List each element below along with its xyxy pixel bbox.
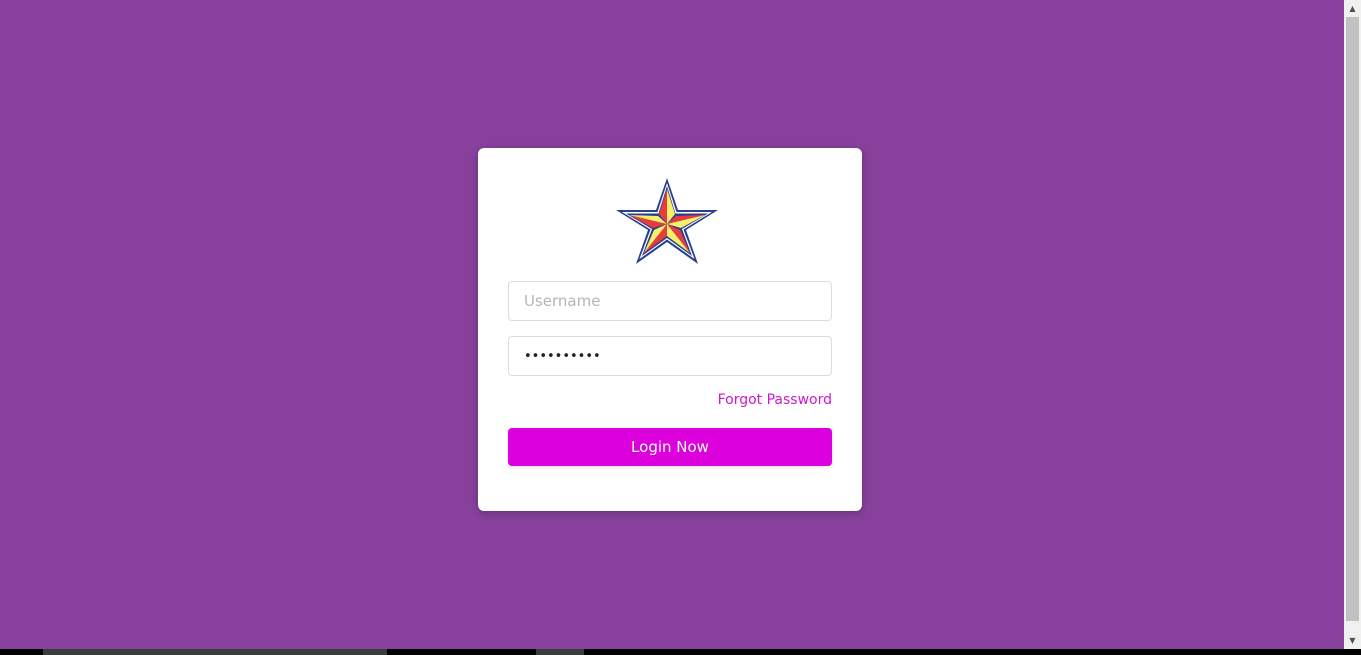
star-logo-icon [614, 176, 722, 268]
password-input[interactable] [508, 336, 832, 376]
scroll-up-arrow-icon[interactable]: ▲ [1344, 0, 1361, 17]
bottom-strip [0, 649, 1361, 655]
vertical-scrollbar[interactable]: ▲ ▼ [1344, 0, 1361, 649]
bottom-strip-segment [43, 649, 387, 655]
username-input[interactable] [508, 281, 832, 321]
forgot-password-link[interactable]: Forgot Password [718, 392, 832, 408]
scroll-down-arrow-icon[interactable]: ▼ [1344, 632, 1361, 649]
login-button[interactable]: Login Now [508, 428, 832, 466]
bottom-strip-segment [536, 649, 584, 655]
scrollbar-thumb[interactable] [1346, 17, 1359, 621]
login-card: Forgot Password Login Now [478, 148, 862, 511]
page-background: Forgot Password Login Now [0, 0, 1344, 649]
